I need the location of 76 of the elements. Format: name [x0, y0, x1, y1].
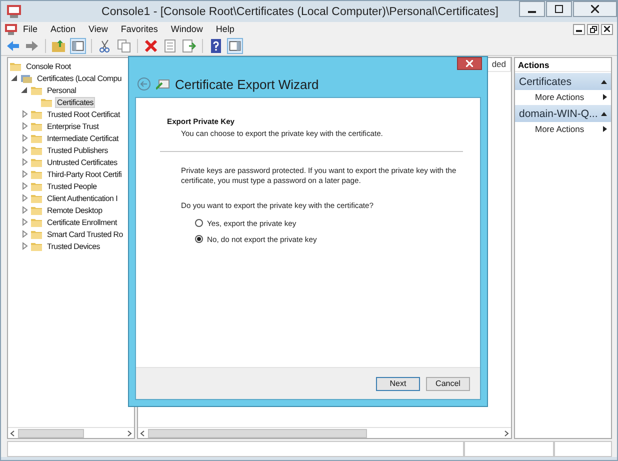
collapse-arrow-icon[interactable] — [21, 86, 29, 94]
console-tree-icon[interactable] — [70, 38, 86, 54]
dialog-button[interactable]: Next — [376, 376, 420, 390]
help-icon[interactable] — [208, 38, 224, 54]
folder-icon — [31, 170, 42, 178]
delete-icon[interactable] — [143, 38, 159, 54]
collapse-arrow-icon[interactable] — [601, 112, 607, 116]
menu-item[interactable]: File — [17, 24, 45, 34]
folder-up-icon[interactable] — [51, 38, 67, 54]
menu-item[interactable]: View — [82, 24, 115, 34]
folder-icon — [10, 62, 21, 70]
collapse-arrow-icon[interactable] — [601, 80, 607, 84]
action-item[interactable]: More Actions — [515, 122, 611, 136]
close-icon[interactable] — [591, 5, 599, 13]
actions-section-header[interactable]: Certificates — [515, 73, 611, 90]
actions-section-header[interactable]: domain-WIN-Q... — [515, 105, 611, 122]
minimize-button[interactable] — [573, 24, 585, 34]
close-button[interactable] — [457, 57, 482, 70]
folder-icon — [31, 134, 42, 142]
console-app-icon — [5, 24, 17, 34]
minimize-button[interactable] — [519, 1, 545, 17]
console-app-icon — [7, 5, 21, 18]
expand-arrow-icon[interactable] — [21, 182, 29, 190]
action-pane-icon[interactable] — [227, 38, 243, 54]
close-button[interactable] — [601, 24, 613, 34]
horizontal-scrollbar[interactable] — [138, 427, 511, 438]
copy-icon[interactable] — [116, 38, 132, 54]
folder-icon — [31, 242, 42, 250]
radio-button[interactable] — [195, 235, 203, 244]
expand-arrow-icon[interactable] — [21, 158, 29, 166]
submenu-arrow-icon — [603, 126, 607, 132]
export-list-icon[interactable] — [181, 38, 197, 54]
close-button[interactable] — [573, 1, 617, 17]
expand-arrow-icon[interactable] — [21, 146, 29, 154]
folder-icon — [31, 122, 42, 130]
action-item[interactable]: More Actions — [515, 90, 611, 104]
menu-item[interactable]: Help — [210, 24, 242, 34]
expand-arrow-icon[interactable] — [21, 194, 29, 202]
maximize-icon[interactable] — [555, 5, 563, 13]
folder-icon — [31, 194, 42, 202]
folder-icon — [31, 146, 42, 154]
folder-icon — [31, 182, 42, 190]
folder-icon — [31, 110, 42, 118]
folder-icon — [31, 230, 42, 238]
restore-icon[interactable] — [590, 26, 596, 32]
folder-icon — [31, 206, 42, 214]
expand-arrow-icon[interactable] — [21, 134, 29, 142]
dialog-button[interactable]: Cancel — [426, 376, 470, 390]
expand-arrow-icon[interactable] — [21, 230, 29, 238]
restore-button[interactable] — [587, 24, 599, 34]
expand-arrow-icon[interactable] — [21, 170, 29, 178]
window-title: Console1 - [Console Root\Certificates (Local Computer)\Personal\Certificates] — [100, 6, 500, 18]
expand-arrow-icon[interactable] — [21, 206, 29, 214]
folder-icon — [31, 218, 42, 226]
folder-icon — [31, 158, 42, 166]
horizontal-scrollbar[interactable] — [8, 427, 134, 438]
expand-arrow-icon[interactable] — [21, 110, 29, 118]
collapse-arrow-icon[interactable] — [11, 74, 19, 82]
folder-icon — [31, 86, 42, 94]
expand-arrow-icon[interactable] — [21, 242, 29, 250]
menu-item[interactable]: Window — [164, 24, 210, 34]
properties-icon[interactable] — [162, 38, 178, 54]
menu-item[interactable]: Favorites — [114, 24, 165, 34]
menu-item[interactable]: Action — [44, 24, 83, 34]
wizard-icon — [156, 78, 170, 90]
expand-arrow-icon[interactable] — [21, 218, 29, 226]
submenu-arrow-icon — [603, 94, 607, 100]
radio-button[interactable] — [195, 219, 203, 228]
actions-title: Actions — [515, 58, 611, 72]
dialog-title: Certificate Export Wizard — [175, 76, 319, 92]
folder-icon — [41, 98, 52, 106]
column-header[interactable]: ded — [490, 58, 511, 71]
certificate-store-icon — [21, 74, 32, 82]
expand-arrow-icon[interactable] — [21, 122, 29, 130]
close-icon[interactable] — [604, 26, 610, 32]
maximize-button[interactable] — [546, 1, 572, 17]
